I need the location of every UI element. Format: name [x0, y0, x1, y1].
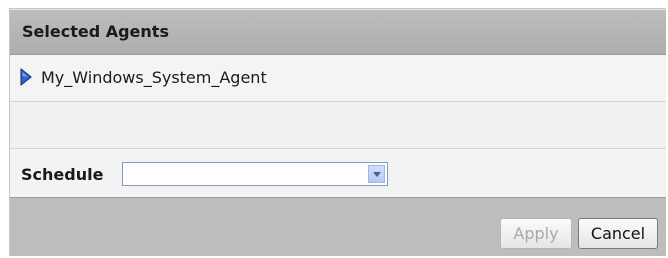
agent-name: My_Windows_System_Agent [41, 68, 267, 87]
selected-agents-title: Selected Agents [22, 22, 169, 41]
schedule-select[interactable] [122, 162, 388, 186]
cancel-button[interactable]: Cancel [578, 218, 658, 249]
blue-arrow-icon [20, 68, 32, 86]
button-bar: Apply Cancel [10, 198, 666, 256]
agent-schedule-panel: Selected Agents My_Windows_System_Agent … [9, 8, 666, 256]
schedule-label: Schedule [21, 165, 104, 184]
schedule-row: Schedule [10, 149, 666, 198]
chevron-down-icon[interactable] [368, 165, 385, 183]
empty-row [10, 102, 666, 149]
selected-agents-header: Selected Agents [10, 9, 666, 55]
list-item[interactable]: My_Windows_System_Agent [10, 55, 666, 102]
apply-button[interactable]: Apply [500, 218, 572, 249]
